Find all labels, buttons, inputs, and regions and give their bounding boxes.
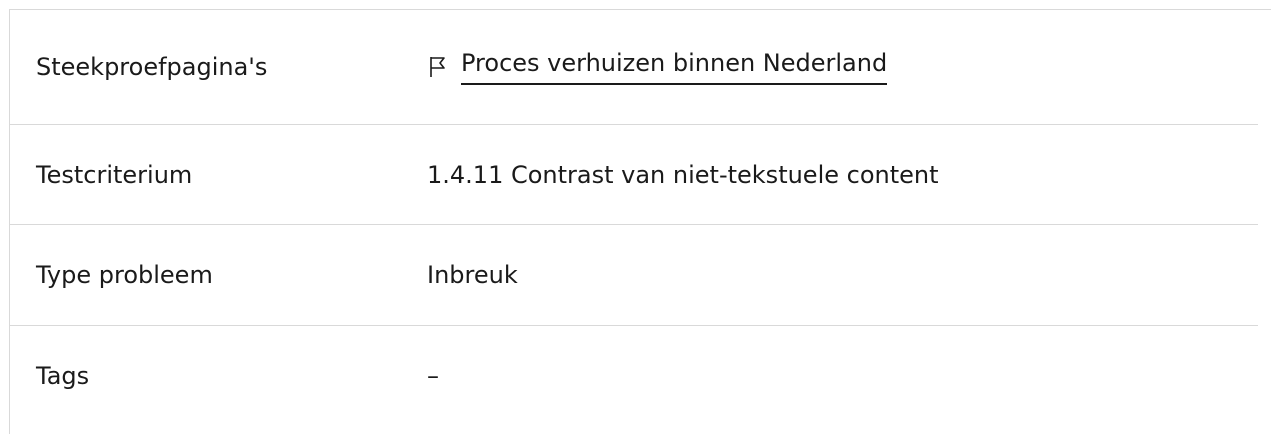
row-problem-type: Type probleem Inbreuk [10,225,1258,326]
tags-label: Tags [36,362,90,390]
row-sample-pages: Steekproefpagina's Proces verhuizen binn… [10,10,1258,125]
issue-details-panel: Steekproefpagina's Proces verhuizen binn… [9,9,1271,434]
row-tags: Tags – [10,326,1258,426]
problem-type-value: Inbreuk [427,261,518,289]
row-test-criterion: Testcriterium 1.4.11 Contrast van niet-t… [10,125,1258,225]
test-criterion-label: Testcriterium [36,160,193,189]
problem-type-label: Type probleem [36,261,213,289]
sample-page-link[interactable]: Proces verhuizen binnen Nederland [461,49,888,85]
tags-value: – [427,362,439,390]
sample-pages-label: Steekproefpagina's [36,53,268,81]
flag-icon [427,55,449,79]
sample-pages-value: Proces verhuizen binnen Nederland [427,49,888,85]
test-criterion-value: 1.4.11 Contrast van niet-tekstuele conte… [427,160,939,189]
